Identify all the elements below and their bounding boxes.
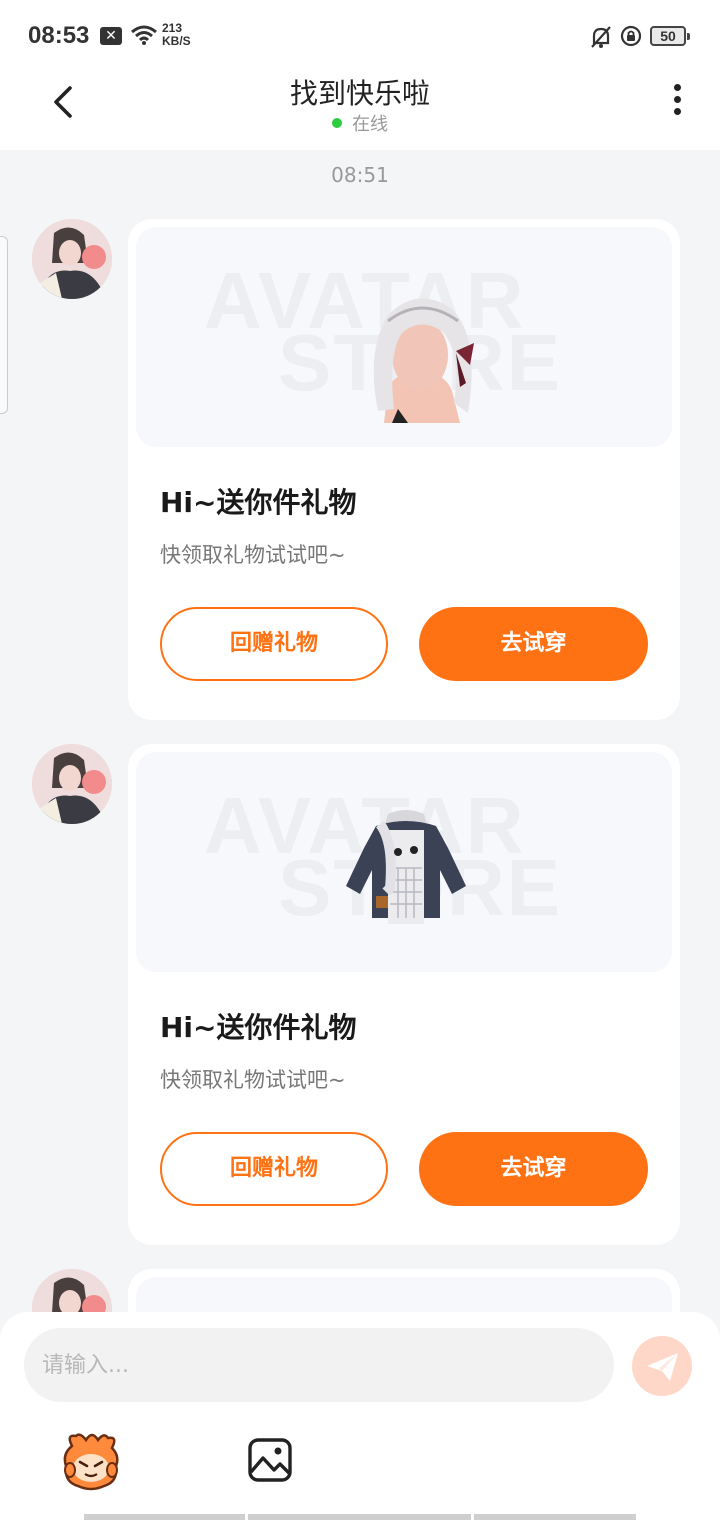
- emoji-icon[interactable]: [60, 1430, 122, 1492]
- avatar-photo: [32, 219, 112, 299]
- bell-muted-icon: [591, 26, 611, 48]
- send-button[interactable]: [632, 1336, 692, 1396]
- image-icon[interactable]: [246, 1436, 294, 1484]
- try-on-button[interactable]: 去试穿: [419, 1132, 648, 1206]
- battery-icon: 50: [650, 26, 690, 46]
- avatar-photo: [32, 744, 112, 824]
- online-label: 在线: [352, 114, 388, 135]
- nav-indicator: [248, 1514, 471, 1520]
- online-dot-icon: [332, 118, 342, 128]
- gift-preview: AVATAR STORE: [136, 227, 672, 447]
- nav-indicator: [84, 1514, 245, 1520]
- try-on-button[interactable]: 去试穿: [419, 607, 648, 681]
- nav-indicator: [474, 1514, 636, 1520]
- gift-message-card: AVATAR STORE Hi~送你件礼物 快领取礼物试试吧~ 回赠礼物 去试穿: [128, 219, 680, 720]
- rotation-lock-icon: [620, 25, 642, 47]
- chat-header: 找到快乐啦 在线: [0, 72, 720, 150]
- message-timestamp: 08:51: [331, 163, 389, 187]
- message-input[interactable]: [24, 1328, 614, 1402]
- gift-preview: AVATAR STORE: [136, 752, 672, 972]
- gift-subtitle: 快领取礼物试试吧~: [160, 1068, 346, 1092]
- more-options-icon[interactable]: [672, 84, 682, 120]
- side-drawer-handle[interactable]: [0, 236, 8, 414]
- hair-icon: [373, 298, 474, 423]
- network-speed: 213 KB/S: [162, 22, 191, 48]
- message-composer: [0, 1312, 720, 1520]
- gift-message-card: AVATAR STORE Hi~送你件礼物 快领取礼物试试吧~ 回赠礼物 去试穿: [128, 744, 680, 1245]
- notification-icon: ✕: [100, 27, 122, 45]
- send-icon: [647, 1353, 678, 1381]
- page-title: 找到快乐啦: [289, 77, 430, 110]
- jacket-icon: [346, 810, 466, 924]
- return-gift-button[interactable]: 回赠礼物: [160, 607, 388, 681]
- return-gift-button[interactable]: 回赠礼物: [160, 1132, 388, 1206]
- wifi-icon: [131, 25, 157, 45]
- online-status: 在线: [0, 110, 720, 136]
- gift-title: Hi~送你件礼物: [160, 1011, 357, 1044]
- gift-title: Hi~送你件礼物: [160, 486, 357, 519]
- status-time: 08:53: [28, 22, 90, 49]
- gift-subtitle: 快领取礼物试试吧~: [160, 543, 346, 567]
- sender-avatar[interactable]: [32, 744, 112, 824]
- sender-avatar[interactable]: [32, 219, 112, 299]
- speed-unit: KB/S: [162, 34, 191, 48]
- status-bar: 08:53 ✕ 213 KB/S 50: [0, 0, 720, 72]
